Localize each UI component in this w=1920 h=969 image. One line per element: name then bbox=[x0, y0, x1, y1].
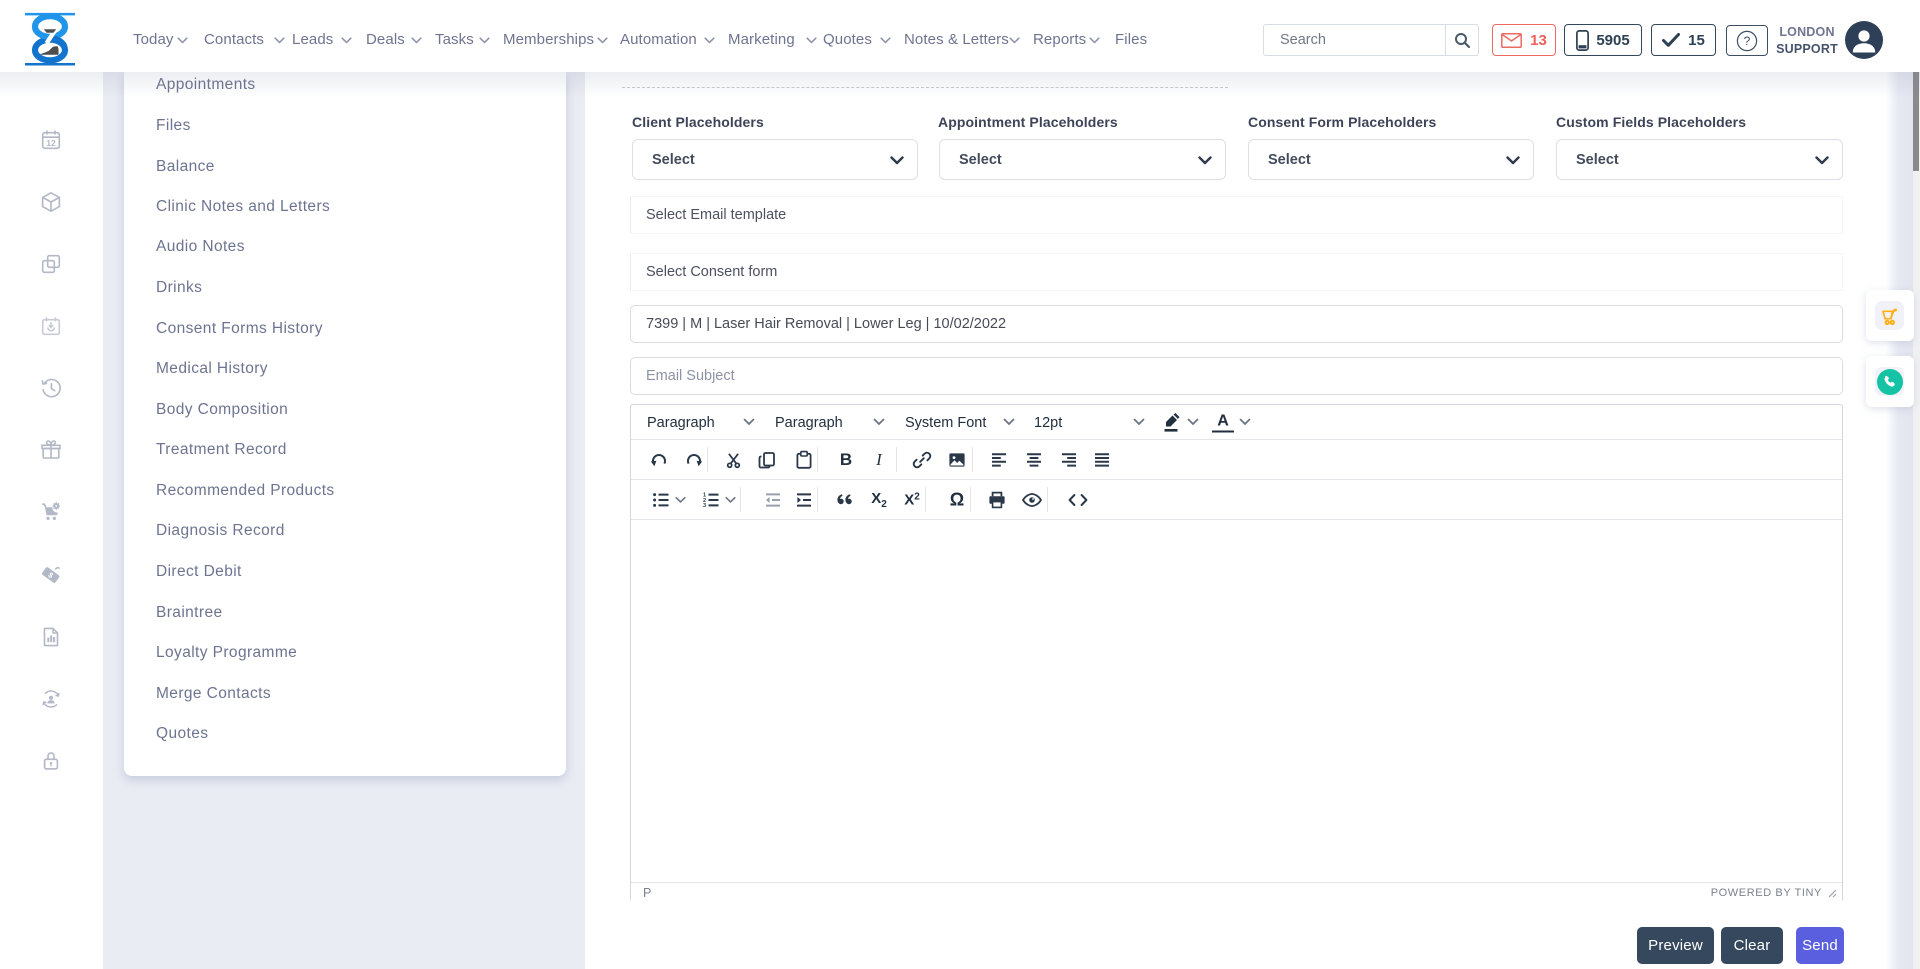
svg-text:12: 12 bbox=[46, 138, 56, 148]
svg-text:3: 3 bbox=[703, 503, 706, 509]
svg-text:?: ? bbox=[1744, 34, 1751, 48]
